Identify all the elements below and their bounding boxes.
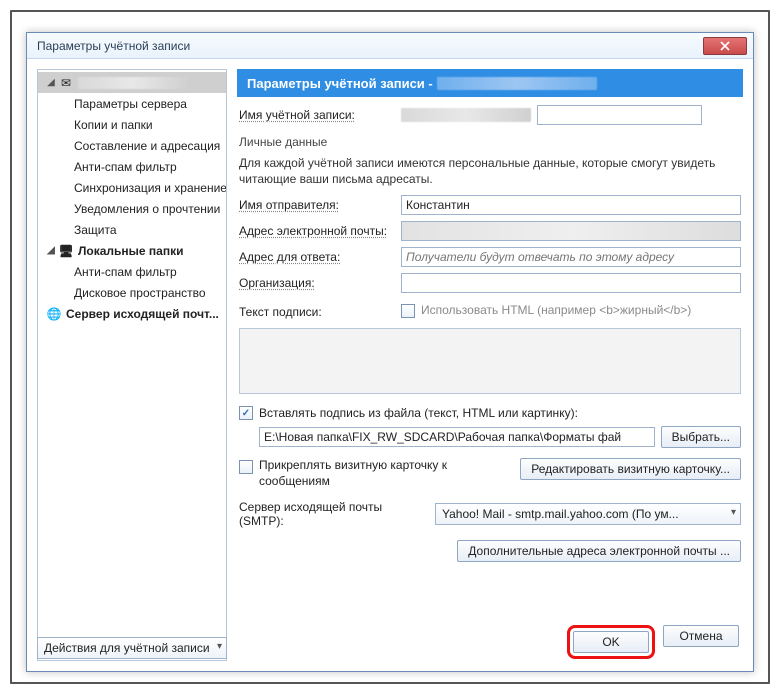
tree-item-server[interactable]: Параметры сервера xyxy=(66,93,226,114)
banner-prefix: Параметры учётной записи - xyxy=(247,76,433,91)
reply-label: Адрес для ответа: xyxy=(239,250,395,264)
tree-item-receipts[interactable]: Уведомления о прочтении xyxy=(66,198,226,219)
tree-item-compose[interactable]: Составление и адресация xyxy=(66,135,226,156)
email-label: Адрес электронной почты: xyxy=(239,224,395,238)
account-actions-button[interactable]: Действия для учётной записи xyxy=(37,637,227,659)
edit-vcard-button[interactable]: Редактировать визитную карточку... xyxy=(520,458,741,480)
use-html-checkbox[interactable] xyxy=(401,304,415,318)
sig-label: Текст подписи: xyxy=(239,303,395,319)
close-button[interactable] xyxy=(703,37,747,55)
browse-button[interactable]: Выбрать... xyxy=(661,426,741,448)
panel-banner: Параметры учётной записи - xyxy=(237,69,743,97)
use-html-label: Использовать HTML (например <b>жирный</b… xyxy=(421,303,691,318)
tree-item-local-disk[interactable]: Дисковое пространство xyxy=(66,282,226,303)
org-label: Организация: xyxy=(239,276,395,290)
smtp-select-value: Yahoo! Mail - smtp.mail.yahoo.com (По ум… xyxy=(442,507,679,521)
tree-item-sync[interactable]: Синхронизация и хранение xyxy=(66,177,226,198)
tree-smtp[interactable]: 🌐 Сервер исходящей почт... xyxy=(38,303,226,324)
smtp-row-label: Сервер исходящей почты (SMTP): xyxy=(239,500,429,528)
dialog-window: Параметры учётной записи ◢ ✉ Параметры с… xyxy=(26,32,754,672)
email-input-blurred[interactable] xyxy=(401,221,741,241)
footer-buttons: OK Отмена xyxy=(567,625,739,659)
twisty-icon: ◢ xyxy=(46,245,56,256)
account-name-blurred xyxy=(78,77,188,89)
globe-icon: 🌐 xyxy=(46,307,62,321)
window-title: Параметры учётной записи xyxy=(37,39,703,53)
twisty-icon: ◢ xyxy=(46,77,56,88)
personal-group-title: Личные данные xyxy=(239,135,741,149)
tree-item-antispam[interactable]: Анти-спам фильтр xyxy=(66,156,226,177)
account-name-input[interactable] xyxy=(537,105,702,125)
account-name-label: Имя учётной записи: xyxy=(239,108,395,122)
reply-input[interactable] xyxy=(401,247,741,267)
attach-sig-checkbox[interactable] xyxy=(239,406,253,420)
titlebar: Параметры учётной записи xyxy=(27,33,753,59)
signature-textarea[interactable] xyxy=(239,328,741,394)
personal-group-desc: Для каждой учётной записи имеются персон… xyxy=(239,155,741,187)
extra-addresses-button[interactable]: Дополнительные адреса электронной почты … xyxy=(457,540,741,562)
mail-icon: ✉ xyxy=(58,76,74,90)
sender-name-input[interactable] xyxy=(401,195,741,215)
account-actions-label: Действия для учётной записи xyxy=(44,641,210,655)
account-name-value-blurred xyxy=(401,108,531,122)
account-tree[interactable]: ◢ ✉ Параметры сервера Копии и папки Сост… xyxy=(37,69,227,661)
smtp-select[interactable]: Yahoo! Mail - smtp.mail.yahoo.com (По ум… xyxy=(435,503,741,525)
tree-item-copies[interactable]: Копии и папки xyxy=(66,114,226,135)
tree-item-local-antispam[interactable]: Анти-спам фильтр xyxy=(66,261,226,282)
vcard-checkbox[interactable] xyxy=(239,460,253,474)
ok-highlight: OK xyxy=(567,625,655,659)
settings-panel: Параметры учётной записи - Имя учётной з… xyxy=(237,69,743,661)
sender-name-label: Имя отправителя: xyxy=(239,198,395,212)
folder-icon: 🖥 xyxy=(58,244,74,258)
tree-account-root[interactable]: ◢ ✉ xyxy=(38,72,226,93)
ok-button[interactable]: OK xyxy=(573,631,649,653)
attach-sig-label: Вставлять подпись из файла (текст, HTML … xyxy=(259,406,578,420)
banner-account-blurred xyxy=(437,77,597,90)
vcard-label: Прикреплять визитную карточку к сообщени… xyxy=(259,458,469,489)
cancel-button[interactable]: Отмена xyxy=(663,625,739,647)
sig-path-input[interactable] xyxy=(259,427,655,447)
org-input[interactable] xyxy=(401,273,741,293)
tree-item-security[interactable]: Защита xyxy=(66,219,226,240)
tree-local-folders[interactable]: ◢ 🖥 Локальные папки xyxy=(38,240,226,261)
account-actions-wrap: Действия для учётной записи xyxy=(37,637,227,659)
